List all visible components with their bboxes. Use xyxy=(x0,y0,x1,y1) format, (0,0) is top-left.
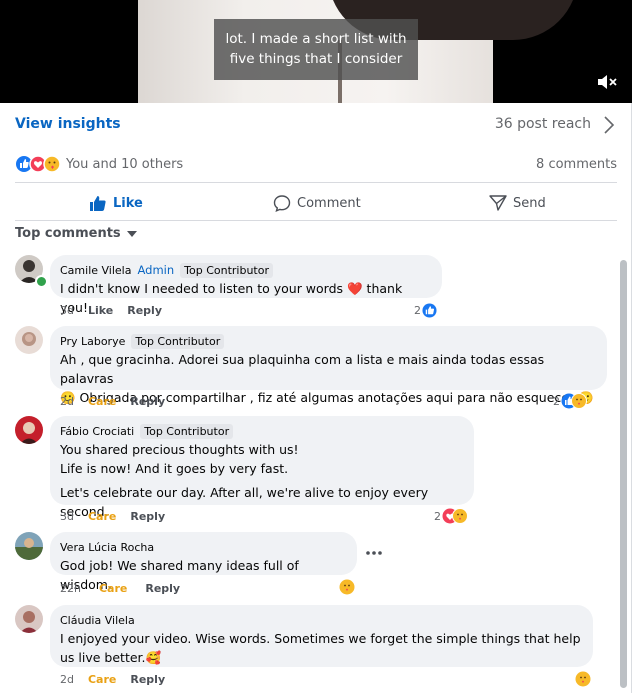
like-label: Like xyxy=(113,195,143,211)
comment-author[interactable]: Cláudia Vilela xyxy=(60,614,135,627)
mute-icon[interactable] xyxy=(596,72,618,92)
thumbs-up-icon xyxy=(90,196,106,211)
caption-line-2: five things that I consider xyxy=(229,51,403,67)
comment-time: 22h xyxy=(60,582,81,595)
top-contributor-badge: Top Contributor xyxy=(180,262,273,278)
online-status-icon xyxy=(35,275,48,288)
comment-meta: 3d Like Reply xyxy=(60,304,162,317)
care-reaction-button[interactable]: Care xyxy=(99,582,127,595)
comment-bubble: Fábio Crociati Top Contributor You share… xyxy=(50,416,474,519)
comment-author[interactable]: Camile Vilela xyxy=(60,264,131,277)
comment-text-line-1: I enjoyed your video. Wise words. Someti… xyxy=(60,631,581,646)
reaction-summary: You and 10 others 8 comments xyxy=(15,154,617,183)
comment-text-line-2: us live better.🥰 xyxy=(60,650,162,665)
reply-button[interactable]: Reply xyxy=(145,582,180,595)
comment-reaction-count[interactable]: 2 xyxy=(434,508,468,524)
care-reaction-button[interactable]: Care xyxy=(88,510,116,523)
care-reaction-icon[interactable] xyxy=(575,671,591,687)
comment-time: 3d xyxy=(60,510,74,523)
comments-count[interactable]: 8 comments xyxy=(536,157,617,172)
post-panel: lot. I made a short list with five thing… xyxy=(0,0,632,693)
comment-item: Fábio Crociati Top Contributor You share… xyxy=(15,416,615,526)
comment-meta: 2d Care Reply xyxy=(60,673,165,686)
comment-time: 3d xyxy=(60,304,74,317)
top-comments-dropdown[interactable]: Top comments xyxy=(15,226,137,241)
comment-item: Pry Laborye Top Contributor Ah , que gra… xyxy=(15,326,615,414)
send-button[interactable]: Send xyxy=(489,192,546,214)
more-options-icon[interactable] xyxy=(365,548,383,558)
comment-time: 2d xyxy=(60,673,74,686)
like-comment-button[interactable]: Like xyxy=(88,304,113,317)
comment-author[interactable]: Vera Lúcia Rocha xyxy=(60,541,154,554)
top-contributor-badge: Top Contributor xyxy=(131,333,225,349)
reply-button[interactable]: Reply xyxy=(130,395,165,408)
avatar[interactable] xyxy=(15,326,43,354)
comment-item: Cláudia Vilela I enjoyed your video. Wis… xyxy=(15,605,615,693)
comment-bubble: Vera Lúcia Rocha God job! We shared many… xyxy=(50,532,357,592)
comment-meta: 2d Care Reply xyxy=(60,395,165,408)
avatar[interactable] xyxy=(15,532,43,560)
reaction-icons[interactable] xyxy=(15,154,65,174)
comment-reaction-count[interactable]: 2 xyxy=(414,303,437,318)
comment-meta: 3d Care Reply xyxy=(60,510,165,523)
top-comments-label: Top comments xyxy=(15,226,121,241)
care-reaction-button[interactable]: Care xyxy=(88,673,116,686)
avatar[interactable] xyxy=(15,416,43,444)
post-reach: 36 post reach xyxy=(494,116,591,132)
reply-button[interactable]: Reply xyxy=(130,510,165,523)
comments-scrollbar[interactable] xyxy=(620,260,627,688)
like-button[interactable]: Like xyxy=(89,192,143,214)
comment-text-line-2: Life is now! And it goes by very fast. xyxy=(60,461,289,476)
caption-line-1: lot. I made a short list with xyxy=(225,31,407,47)
love-and-care-reaction-icons xyxy=(442,508,468,524)
insights-row: View insights 36 post reach xyxy=(15,114,617,136)
like-reaction-icon xyxy=(422,303,437,318)
send-icon xyxy=(489,195,507,211)
comment-meta: 22h Care Reply xyxy=(60,582,180,595)
comment-bubble: Pry Laborye Top Contributor Ah , que gra… xyxy=(50,326,607,405)
reply-button[interactable]: Reply xyxy=(130,673,165,686)
reactions-summary-text[interactable]: You and 10 others xyxy=(66,157,183,172)
like-and-care-reaction-icons xyxy=(561,393,587,409)
comment-time: 2d xyxy=(60,395,74,408)
chevron-right-icon[interactable] xyxy=(601,114,617,136)
reaction-count-value: 2 xyxy=(414,304,421,317)
reaction-count-value: 2 xyxy=(434,509,441,523)
comment-bubble: Cláudia Vilela I enjoyed your video. Wis… xyxy=(50,605,593,667)
care-reaction-icon[interactable] xyxy=(339,579,355,595)
admin-label: Admin xyxy=(137,263,175,277)
avatar[interactable] xyxy=(15,605,43,633)
send-label: Send xyxy=(513,195,546,211)
video-caption: lot. I made a short list with five thing… xyxy=(214,19,418,80)
comment-item: Vera Lúcia Rocha God job! We shared many… xyxy=(15,532,615,600)
comment-icon xyxy=(273,195,291,212)
comment-text-line-1: Ah , que gracinha. Adorei sua plaquinha … xyxy=(60,352,545,386)
video-player[interactable]: lot. I made a short list with five thing… xyxy=(0,0,632,103)
comment-author[interactable]: Pry Laborye xyxy=(60,335,125,348)
reply-button[interactable]: Reply xyxy=(127,304,162,317)
action-bar: Like Comment Send xyxy=(15,184,617,221)
top-contributor-badge: Top Contributor xyxy=(140,423,234,439)
comment-item: Camile Vilela Admin Top Contributor I di… xyxy=(15,255,615,325)
view-insights-link[interactable]: View insights xyxy=(15,116,121,132)
comment-label: Comment xyxy=(297,195,361,211)
comment-bubble: Camile Vilela Admin Top Contributor I di… xyxy=(50,255,442,315)
caret-down-icon xyxy=(126,230,137,237)
comment-text-line-1: You shared precious thoughts with us! xyxy=(60,442,299,457)
comment-author[interactable]: Fábio Crociati xyxy=(60,425,134,438)
comment-button[interactable]: Comment xyxy=(273,192,361,214)
reaction-count-value: 2 xyxy=(553,394,560,408)
comment-reaction-count[interactable]: 2 xyxy=(553,393,587,409)
care-reaction-button[interactable]: Care xyxy=(88,395,116,408)
